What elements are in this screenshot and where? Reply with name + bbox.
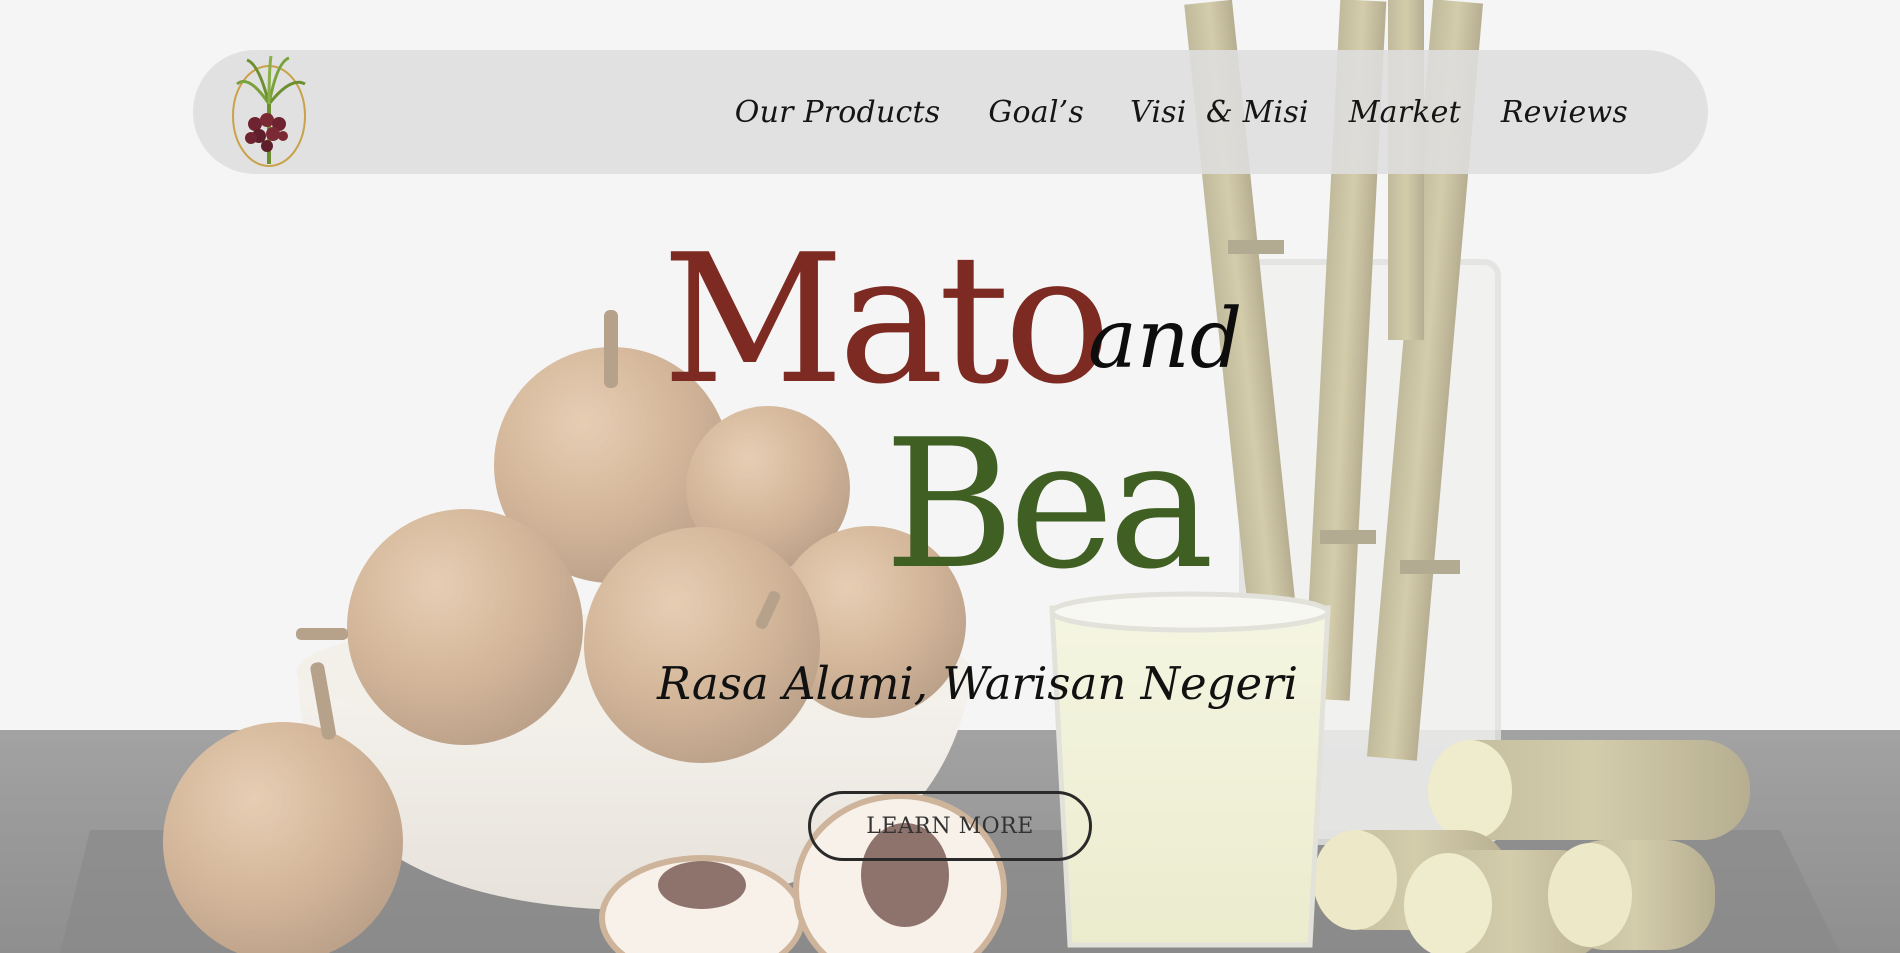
- top-navbar: Our Products Goal’s Visi & Misi Market R…: [193, 50, 1708, 174]
- nav-reviews[interactable]: Reviews: [1501, 95, 1628, 130]
- nav-our-products[interactable]: Our Products: [735, 95, 941, 130]
- nav-goals[interactable]: Goal’s: [988, 95, 1084, 130]
- nav-visi-misi[interactable]: Visi & Misi: [1130, 95, 1309, 130]
- hero-title-mato: Mato: [662, 216, 1111, 423]
- learn-more-button[interactable]: LEARN MORE: [808, 791, 1092, 861]
- nav-links: Our Products Goal’s Visi & Misi Market R…: [735, 50, 1628, 174]
- nav-market[interactable]: Market: [1349, 95, 1461, 130]
- hero-tagline: Rasa Alami, Warisan Negeri: [657, 657, 1298, 710]
- hero-title-connector: and: [1088, 292, 1243, 387]
- hero-title-bea: Bea: [884, 401, 1214, 608]
- sugarcane-fruit-logo-icon[interactable]: [229, 54, 311, 170]
